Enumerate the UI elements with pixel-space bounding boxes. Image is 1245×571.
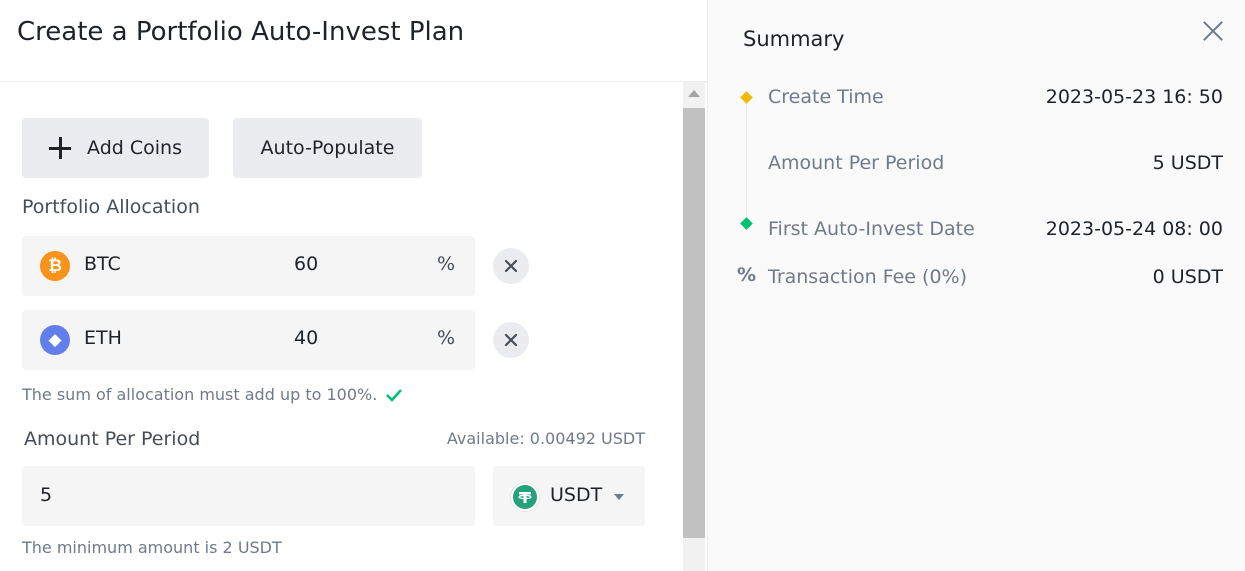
summary-value: 5 USDT xyxy=(1152,152,1223,174)
allocation-percent-input[interactable]: 40 xyxy=(294,327,318,349)
create-plan-panel: Create a Portfolio Auto-Invest Plan Add … xyxy=(0,0,707,571)
timeline-start-icon xyxy=(740,91,753,104)
summary-row-first-date: First Auto-Invest Date 2023-05-24 08: 00 xyxy=(768,218,1223,240)
portfolio-allocation-label: Portfolio Allocation xyxy=(22,196,200,218)
scroll-up-arrow-icon[interactable] xyxy=(688,90,700,97)
coin-symbol: BTC xyxy=(84,253,121,275)
amount-value: 5 xyxy=(40,484,53,506)
summary-title: Summary xyxy=(743,27,845,51)
percent-unit: % xyxy=(437,253,456,275)
summary-row-fee: Transaction Fee (0%) 0 USDT xyxy=(768,266,1223,288)
allocation-hint: The sum of allocation must add up to 100… xyxy=(22,385,403,404)
amount-per-period-label: Amount Per Period xyxy=(24,428,201,450)
timeline-end-icon xyxy=(740,217,753,230)
amount-input[interactable]: 5 xyxy=(22,466,475,526)
page-title: Create a Portfolio Auto-Invest Plan xyxy=(17,17,465,47)
summary-value: 0 USDT xyxy=(1152,266,1223,288)
auto-populate-label: Auto-Populate xyxy=(260,137,395,159)
summary-value: 2023-05-24 08: 00 xyxy=(1045,218,1223,240)
plus-icon xyxy=(49,137,72,159)
currency-select[interactable]: USDT xyxy=(493,466,645,526)
allocation-hint-text: The sum of allocation must add up to 100… xyxy=(22,385,378,404)
summary-panel: Summary Create Time 2023-05-23 16: 50 Am… xyxy=(707,0,1245,571)
summary-key: Transaction Fee (0%) xyxy=(768,266,968,288)
scrollbar-thumb[interactable] xyxy=(683,108,705,538)
summary-row-amount: Amount Per Period 5 USDT xyxy=(768,152,1223,174)
percent-unit: % xyxy=(437,327,456,349)
summary-key: Create Time xyxy=(768,86,884,108)
timeline-line xyxy=(746,103,747,223)
coin-symbol: ETH xyxy=(84,327,122,349)
bitcoin-icon: ₿ xyxy=(40,251,70,281)
percent-icon: % xyxy=(737,264,757,286)
chevron-down-icon xyxy=(614,494,624,500)
tether-icon xyxy=(511,483,539,511)
add-coins-label: Add Coins xyxy=(87,137,182,159)
remove-eth-button[interactable] xyxy=(493,322,529,358)
remove-btc-button[interactable] xyxy=(493,248,529,284)
available-balance: Available: 0.00492 USDT xyxy=(446,429,645,448)
summary-key: First Auto-Invest Date xyxy=(768,218,975,240)
close-icon xyxy=(504,333,518,347)
allocation-row-eth: ◆ ETH 40 % xyxy=(22,310,475,370)
summary-key: Amount Per Period xyxy=(768,152,945,174)
checkmark-icon xyxy=(386,388,403,402)
currency-label: USDT xyxy=(550,484,603,506)
allocation-percent-input[interactable]: 60 xyxy=(294,253,318,275)
ethereum-icon: ◆ xyxy=(40,325,70,355)
add-coins-button[interactable]: Add Coins xyxy=(22,118,209,178)
minimum-amount-hint: The minimum amount is 2 USDT xyxy=(22,538,282,557)
summary-value: 2023-05-23 16: 50 xyxy=(1045,86,1223,108)
auto-populate-button[interactable]: Auto-Populate xyxy=(233,118,422,178)
close-icon[interactable] xyxy=(1202,20,1224,42)
summary-row-create-time: Create Time 2023-05-23 16: 50 xyxy=(768,86,1223,108)
allocation-row-btc: ₿ BTC 60 % xyxy=(22,236,475,296)
divider xyxy=(0,81,707,82)
close-icon xyxy=(504,259,518,273)
